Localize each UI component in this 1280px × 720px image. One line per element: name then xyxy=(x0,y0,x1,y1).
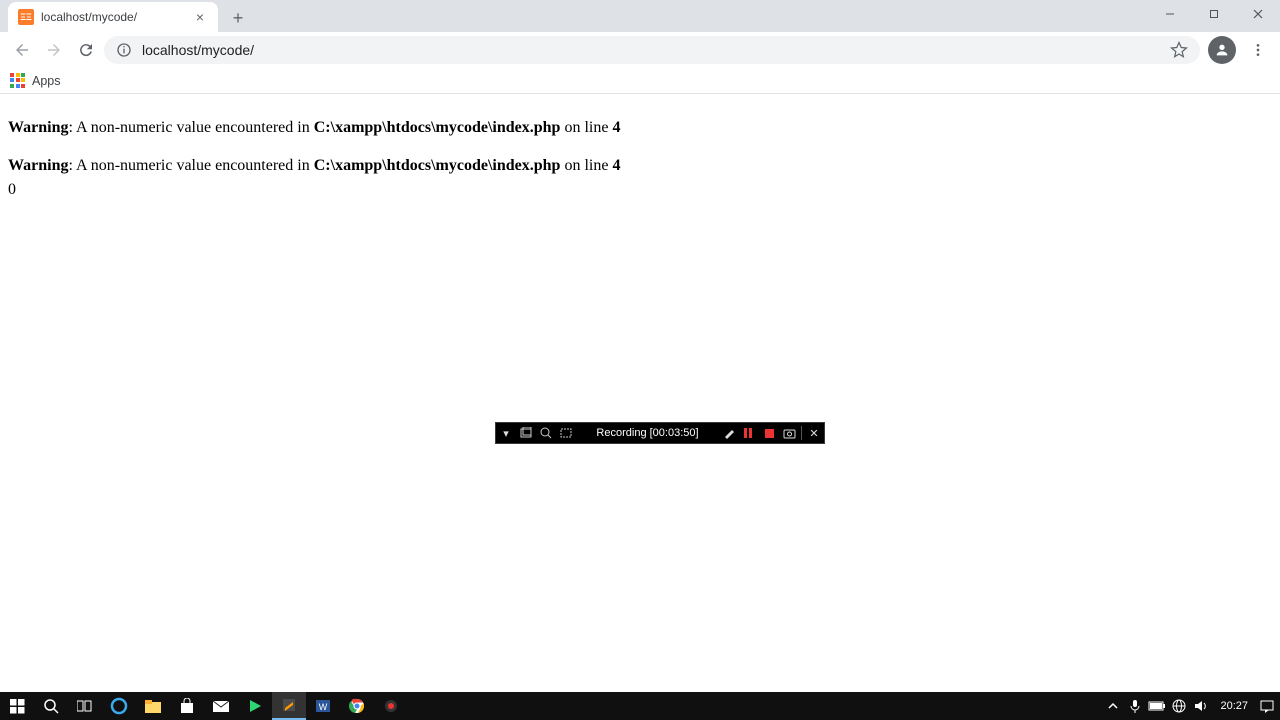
tray-microphone-icon[interactable] xyxy=(1126,692,1144,720)
taskbar-app-store[interactable] xyxy=(170,692,204,720)
forward-button[interactable] xyxy=(40,36,68,64)
taskbar-app-5[interactable] xyxy=(238,692,272,720)
reload-button[interactable] xyxy=(72,36,100,64)
script-output: 0 xyxy=(8,178,1272,202)
warning-on-line: on line xyxy=(560,119,612,136)
profile-button[interactable] xyxy=(1208,36,1236,64)
page-content: Warning: A non-numeric value encountered… xyxy=(0,94,1280,210)
recorder-draw-icon[interactable] xyxy=(719,423,739,443)
svg-text:W: W xyxy=(319,702,328,712)
recorder-divider xyxy=(801,426,802,440)
recorder-close-icon[interactable]: ✕ xyxy=(804,423,824,443)
start-button[interactable] xyxy=(0,692,34,720)
system-tray: 20:27 xyxy=(1104,692,1280,720)
tray-overflow-icon[interactable] xyxy=(1104,692,1122,720)
recorder-menu-icon[interactable]: ▾ xyxy=(496,423,516,443)
recorder-region-icon[interactable] xyxy=(556,423,576,443)
taskbar-app-mail[interactable] xyxy=(204,692,238,720)
recorder-status: Recording [00:03:50] xyxy=(576,427,719,439)
taskbar-app-word[interactable]: W xyxy=(306,692,340,720)
recorder-pause-button[interactable] xyxy=(739,423,759,443)
windows-taskbar: W 20:27 xyxy=(0,692,1280,720)
warning-text: : A non-numeric value encountered in xyxy=(68,157,313,174)
screen-recorder-toolbar[interactable]: ▾ Recording [00:03:50] ✕ xyxy=(495,422,825,444)
taskbar-app-sublime[interactable] xyxy=(272,692,306,720)
php-warning: Warning: A non-numeric value encountered… xyxy=(8,154,1272,178)
maximize-button[interactable] xyxy=(1192,0,1236,28)
tab-strip: ΞΞ localhost/mycode/ × + xyxy=(0,0,1280,32)
url-text: localhost/mycode/ xyxy=(142,42,1160,58)
address-bar-row: localhost/mycode/ xyxy=(0,32,1280,68)
taskbar-clock[interactable]: 20:27 xyxy=(1214,700,1254,712)
new-tab-button[interactable]: + xyxy=(224,4,252,32)
taskbar-app-explorer[interactable] xyxy=(136,692,170,720)
search-button[interactable] xyxy=(34,692,68,720)
recorder-stop-button[interactable] xyxy=(759,423,779,443)
recorder-screenshot-icon[interactable] xyxy=(779,423,799,443)
bookmark-star-icon[interactable] xyxy=(1170,41,1188,59)
warning-text: : A non-numeric value encountered in xyxy=(68,119,313,136)
tray-network-icon[interactable] xyxy=(1170,692,1188,720)
warning-file: C:\xampp\htdocs\mycode\index.php xyxy=(314,119,561,136)
recorder-window-icon[interactable] xyxy=(516,423,536,443)
bookmarks-bar: Apps xyxy=(0,68,1280,94)
window-controls xyxy=(1148,0,1280,28)
taskbar-app-edge[interactable] xyxy=(102,692,136,720)
taskbar-app-recorder[interactable] xyxy=(374,692,408,720)
taskbar-app-chrome[interactable] xyxy=(340,692,374,720)
recorder-zoom-icon[interactable] xyxy=(536,423,556,443)
browser-chrome: ΞΞ localhost/mycode/ × + localhost/mycod… xyxy=(0,0,1280,94)
apps-shortcut[interactable]: Apps xyxy=(10,73,61,89)
tray-battery-icon[interactable] xyxy=(1148,692,1166,720)
task-view-button[interactable] xyxy=(68,692,102,720)
back-button[interactable] xyxy=(8,36,36,64)
browser-tab[interactable]: ΞΞ localhost/mycode/ × xyxy=(8,2,218,32)
browser-menu-button[interactable] xyxy=(1244,36,1272,64)
apps-grid-icon xyxy=(10,73,26,89)
tab-close-icon[interactable]: × xyxy=(192,9,208,25)
close-window-button[interactable] xyxy=(1236,0,1280,28)
tray-volume-icon[interactable] xyxy=(1192,692,1210,720)
site-info-icon[interactable] xyxy=(116,42,132,58)
php-warning: Warning: A non-numeric value encountered… xyxy=(8,116,1272,140)
minimize-button[interactable] xyxy=(1148,0,1192,28)
xampp-favicon-icon: ΞΞ xyxy=(18,9,34,25)
action-center-icon[interactable] xyxy=(1258,692,1276,720)
warning-label: Warning xyxy=(8,157,68,174)
warning-label: Warning xyxy=(8,119,68,136)
tab-title: localhost/mycode/ xyxy=(41,10,185,24)
apps-label: Apps xyxy=(32,74,61,88)
warning-line: 4 xyxy=(612,157,620,174)
warning-on-line: on line xyxy=(560,157,612,174)
warning-file: C:\xampp\htdocs\mycode\index.php xyxy=(314,157,561,174)
warning-line: 4 xyxy=(612,119,620,136)
omnibox[interactable]: localhost/mycode/ xyxy=(104,36,1200,64)
taskbar-left: W xyxy=(0,692,408,720)
